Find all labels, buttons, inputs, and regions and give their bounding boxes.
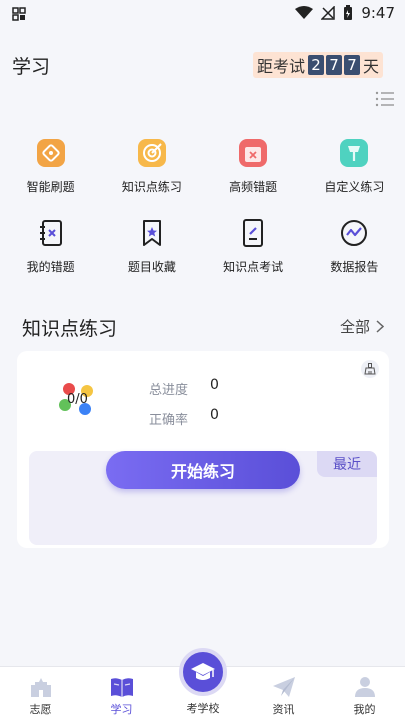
tab-volunteer[interactable]: 志愿	[0, 667, 81, 720]
favorites-icon	[135, 216, 169, 250]
countdown-digit: 7	[343, 55, 360, 75]
grid-item-frequent-mistakes[interactable]: 高频错题	[203, 136, 304, 216]
grid-item-favorites[interactable]: 题目收藏	[101, 216, 202, 296]
tab-label: 我的	[353, 703, 376, 716]
grid-item-custom-practice[interactable]: 自定义练习	[304, 136, 405, 216]
book-icon	[109, 675, 135, 699]
knowledge-practice-icon	[135, 136, 169, 170]
tab-news[interactable]: 资讯	[243, 667, 324, 720]
tab-label: 资讯	[272, 703, 295, 716]
header: 学习 距考试 2 7 7 天	[0, 44, 405, 88]
progress-ratio: 0/0	[67, 392, 88, 407]
grid-item-my-mistakes[interactable]: 我的错题	[0, 216, 101, 296]
recent-tag[interactable]: 最近	[317, 451, 377, 477]
section-header: 知识点练习 全部	[22, 312, 384, 342]
grid-item-label: 数据报告	[330, 260, 379, 274]
grid-item-label: 知识点练习	[121, 180, 182, 194]
tab-exam-school[interactable]	[179, 648, 227, 696]
my-mistakes-icon	[34, 216, 68, 250]
wifi-icon	[295, 6, 314, 19]
grid-item-knowledge-exam[interactable]: 知识点考试	[203, 216, 304, 296]
chevron-right-icon	[376, 320, 384, 333]
status-bar: 9:47	[0, 0, 405, 30]
view-all-link[interactable]: 全部	[340, 316, 384, 337]
grid-item-label: 题目收藏	[127, 260, 176, 274]
tab-label: 考学校	[186, 702, 220, 715]
tab-mine[interactable]: 我的	[324, 667, 405, 720]
list-menu-icon[interactable]	[375, 90, 395, 108]
countdown-suffix: 天	[362, 57, 379, 76]
section-title: 知识点练习	[22, 318, 118, 340]
accuracy-value: 0	[210, 407, 219, 423]
no-signal-icon	[321, 6, 336, 20]
grid-item-smart-practice[interactable]: 智能刷题	[0, 136, 101, 216]
tab-study[interactable]: 学习	[81, 667, 162, 720]
tab-label: 学习	[110, 703, 133, 716]
exam-countdown: 距考试 2 7 7 天	[252, 52, 383, 78]
knowledge-exam-icon	[236, 216, 270, 250]
page-title: 学习	[12, 56, 51, 78]
grid-item-label: 智能刷题	[26, 180, 75, 194]
grid-item-label: 高频错题	[229, 180, 278, 194]
grid-app-icon	[12, 7, 26, 21]
smart-practice-icon	[34, 136, 68, 170]
data-report-icon	[337, 216, 371, 250]
status-time: 9:47	[361, 4, 395, 22]
feature-grid: 智能刷题 知识点练习 高频错题 自定义练习 我的错题 题目收藏 知识点考试 数据…	[0, 136, 405, 296]
accuracy-label: 正确率	[149, 413, 189, 428]
progress-label: 总进度	[149, 383, 189, 398]
battery-icon	[344, 5, 353, 20]
grid-item-label: 知识点考试	[223, 260, 284, 274]
progress-dots: 0/0	[59, 381, 99, 421]
countdown-digit: 2	[307, 55, 324, 75]
graduation-cap-icon	[191, 663, 215, 680]
grid-item-label: 我的错题	[26, 260, 75, 274]
grid-item-label: 自定义练习	[324, 180, 385, 194]
grid-item-knowledge-practice[interactable]: 知识点练习	[101, 136, 202, 216]
view-all-label: 全部	[339, 318, 370, 336]
user-icon	[352, 675, 378, 699]
custom-practice-icon	[337, 136, 371, 170]
frequent-mistakes-icon	[236, 136, 270, 170]
paper-plane-icon	[271, 675, 297, 699]
start-practice-button[interactable]: 开始练习	[106, 451, 300, 489]
clear-broom-icon[interactable]	[361, 360, 379, 378]
grid-item-data-report[interactable]: 数据报告	[304, 216, 405, 296]
practice-card: 0/0 总进度 0 正确率 0 最近	[17, 351, 389, 548]
tab-label: 志愿	[29, 703, 52, 716]
castle-icon	[28, 675, 54, 699]
countdown-digit: 7	[325, 55, 342, 75]
progress-value: 0	[210, 377, 219, 393]
countdown-prefix: 距考试	[256, 57, 305, 76]
